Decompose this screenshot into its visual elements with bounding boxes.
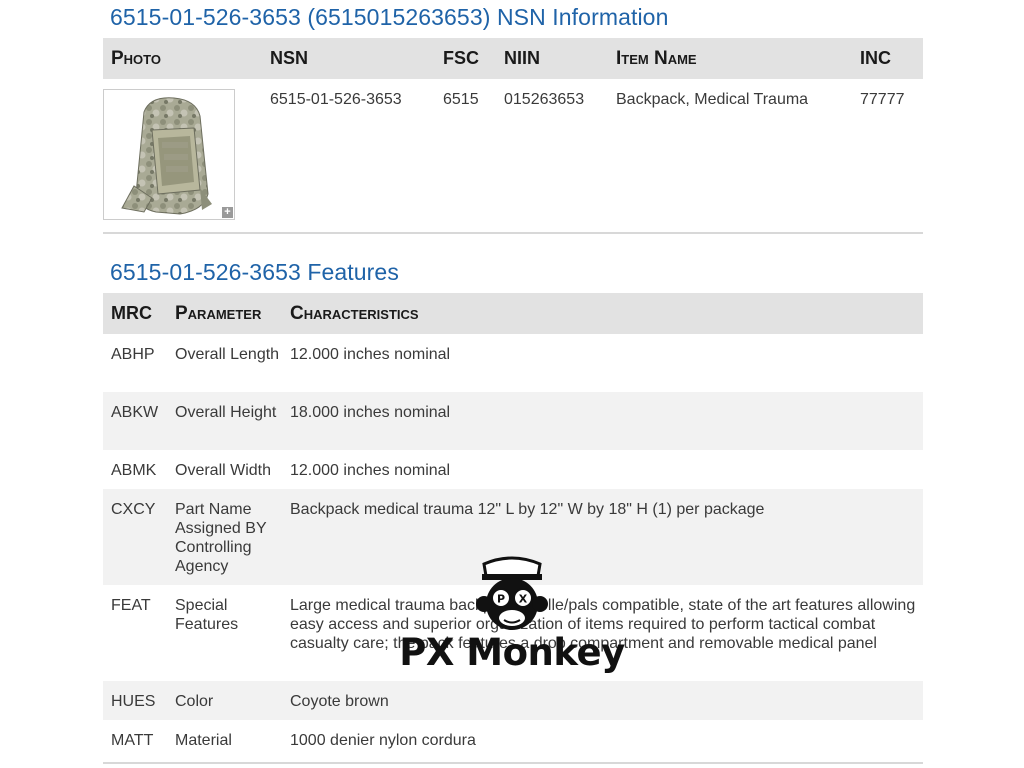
cell-characteristics: Backpack medical trauma 12" L by 12" W b… xyxy=(282,489,923,585)
table-row: + 6515-01-526-3653 6515 015263653 Backpa… xyxy=(103,79,923,230)
table-row: MATT Material 1000 denier nylon cordura xyxy=(103,720,923,759)
product-photo[interactable]: + xyxy=(103,89,235,220)
cell-characteristics: 18.000 inches nominal xyxy=(282,392,923,450)
table-row: ABHP Overall Length 12.000 inches nomina… xyxy=(103,334,923,392)
table-row: CXCY Part Name Assigned BY Controlling A… xyxy=(103,489,923,585)
bottom-divider xyxy=(103,762,923,764)
section-divider xyxy=(103,232,923,234)
photo-cell: + xyxy=(103,79,262,230)
cell-mrc: ABMK xyxy=(111,462,157,479)
cell-item-name: Backpack, Medical Trauma xyxy=(616,91,809,108)
cell-mrc: MATT xyxy=(111,732,154,749)
cell-mrc: ABHP xyxy=(111,346,155,363)
header-niin: NIIN xyxy=(496,38,608,79)
table-row: HUES Color Coyote brown xyxy=(103,681,923,720)
features-header-row: MRC Parameter Characteristics xyxy=(103,293,923,334)
cell-parameter: Part Name Assigned BY Controlling Agency xyxy=(167,489,282,585)
nsn-section-title: 6515-01-526-3653 (6515015263653) NSN Inf… xyxy=(110,4,669,30)
header-photo: Photo xyxy=(103,38,262,79)
cell-parameter: Special Features xyxy=(175,597,239,633)
cell-characteristics: 12.000 inches nominal xyxy=(290,462,451,479)
table-row: FEAT Special Features Large medical trau… xyxy=(103,585,923,681)
features-table: MRC Parameter Characteristics ABHP Overa… xyxy=(103,293,923,759)
table-row: ABKW Overall Height 18.000 inches nomina… xyxy=(103,392,923,450)
header-fsc: FSC xyxy=(435,38,496,79)
cell-inc: 77777 xyxy=(860,91,905,108)
backpack-image xyxy=(121,97,212,215)
cell-characteristics: Coyote brown xyxy=(282,681,923,720)
cell-parameter: Overall Width xyxy=(175,462,272,479)
features-section-title: 6515-01-526-3653 Features xyxy=(110,259,399,285)
nsn-info-table: Photo NSN FSC NIIN Item Name INC + 6515-… xyxy=(103,38,923,230)
cell-parameter: Material xyxy=(175,732,232,749)
cell-parameter: Overall Height xyxy=(167,392,282,450)
cell-parameter: Color xyxy=(167,681,282,720)
zoom-icon[interactable]: + xyxy=(222,207,233,218)
table-row: ABMK Overall Width 12.000 inches nominal xyxy=(103,450,923,489)
cell-mrc: HUES xyxy=(103,681,167,720)
header-characteristics: Characteristics xyxy=(282,293,923,334)
header-nsn: NSN xyxy=(262,38,435,79)
cell-characteristics: 1000 denier nylon cordura xyxy=(290,732,476,749)
nsn-table-header-row: Photo NSN FSC NIIN Item Name INC xyxy=(103,38,923,79)
cell-parameter: Overall Length xyxy=(175,346,280,363)
header-inc: INC xyxy=(852,38,923,79)
cell-nsn: 6515-01-526-3653 xyxy=(270,91,402,108)
header-item-name: Item Name xyxy=(608,38,852,79)
cell-mrc: CXCY xyxy=(103,489,167,585)
cell-fsc: 6515 xyxy=(443,91,479,108)
cell-niin: 015263653 xyxy=(504,91,585,108)
cell-characteristics: 12.000 inches nominal xyxy=(290,346,451,363)
cell-mrc: FEAT xyxy=(111,597,151,614)
header-parameter: Parameter xyxy=(167,293,282,334)
cell-characteristics: Large medical trauma backpack; molle/pal… xyxy=(290,597,916,652)
header-mrc: MRC xyxy=(103,293,167,334)
cell-mrc: ABKW xyxy=(103,392,167,450)
